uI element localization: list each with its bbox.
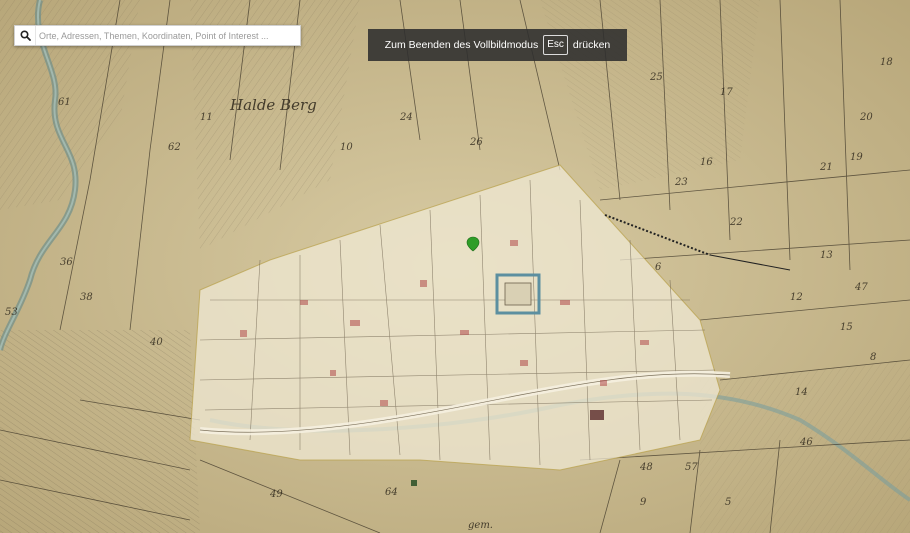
svg-text:36: 36	[60, 257, 73, 268]
svg-text:22: 22	[729, 217, 743, 228]
svg-text:57: 57	[685, 462, 698, 473]
svg-text:11: 11	[200, 112, 213, 123]
search-input[interactable]	[36, 27, 300, 44]
svg-text:12: 12	[790, 292, 803, 303]
svg-text:48: 48	[639, 462, 653, 473]
map-view[interactable]: 61 62 11 24 25 26 17 16 18 19 20 21 22 2…	[0, 0, 910, 533]
svg-text:9: 9	[640, 497, 647, 508]
svg-text:25: 25	[649, 72, 663, 83]
svg-text:61: 61	[58, 97, 71, 108]
svg-text:53: 53	[5, 307, 18, 318]
esc-key-badge: Esc	[543, 35, 568, 55]
svg-text:62: 62	[168, 142, 181, 153]
svg-text:18: 18	[880, 57, 893, 68]
search-box[interactable]	[14, 25, 301, 46]
svg-text:26: 26	[469, 137, 483, 148]
map-label-halde-berg: Halde Berg	[229, 96, 317, 114]
svg-text:6: 6	[655, 262, 662, 273]
fullscreen-exit-hint: Zum Beenden des Vollbildmodus Esc drücke…	[368, 29, 627, 61]
svg-text:46: 46	[799, 437, 813, 448]
fullscreen-hint-text-before: Zum Beenden des Vollbildmodus	[384, 39, 539, 51]
svg-text:5: 5	[725, 497, 731, 508]
svg-text:23: 23	[674, 177, 688, 188]
svg-text:64: 64	[385, 487, 398, 498]
svg-text:8: 8	[870, 352, 876, 363]
svg-text:16: 16	[700, 157, 713, 168]
svg-text:14: 14	[795, 387, 808, 398]
map-label-gem: gem.	[468, 520, 493, 531]
svg-text:24: 24	[399, 112, 413, 123]
historic-cadastral-map[interactable]: 61 62 11 24 25 26 17 16 18 19 20 21 22 2…	[0, 0, 910, 533]
svg-text:40: 40	[149, 337, 163, 348]
svg-text:21: 21	[819, 162, 833, 173]
svg-text:13: 13	[820, 250, 833, 261]
svg-text:38: 38	[80, 292, 93, 303]
fullscreen-hint-text-after: drücken	[572, 39, 611, 51]
search-icon[interactable]	[15, 26, 36, 45]
svg-text:17: 17	[720, 87, 733, 98]
svg-text:15: 15	[840, 322, 853, 333]
svg-text:49: 49	[269, 489, 283, 500]
svg-text:20: 20	[859, 112, 873, 123]
svg-text:47: 47	[854, 282, 868, 293]
svg-text:10: 10	[340, 142, 353, 153]
svg-text:19: 19	[850, 152, 863, 163]
